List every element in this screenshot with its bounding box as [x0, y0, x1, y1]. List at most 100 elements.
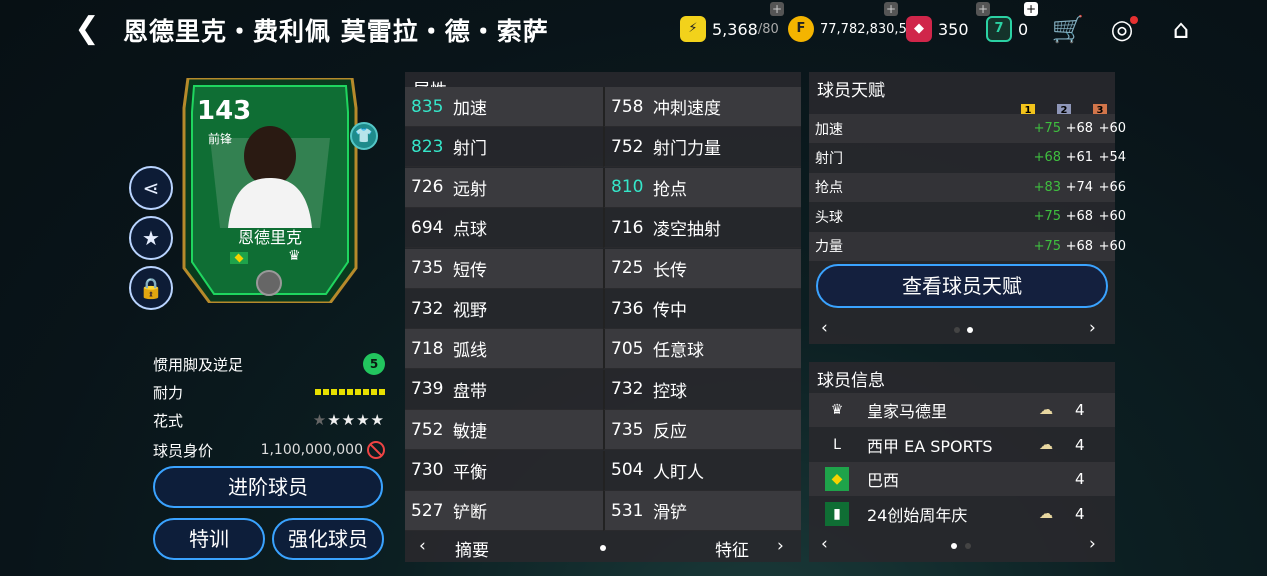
attribute-value: 725 — [611, 258, 644, 279]
foot-label: 惯用脚及逆足 — [153, 355, 244, 374]
attribute-label: 射门 — [453, 139, 487, 160]
gem-icon: ◆ — [906, 16, 932, 42]
next-arrow[interactable]: › — [1089, 534, 1096, 554]
talent-label: 头球 — [815, 209, 843, 226]
attribute-label: 反应 — [653, 422, 687, 443]
attribute-label: 冲刺速度 — [653, 99, 721, 119]
no-trade-icon — [367, 441, 385, 459]
attribute-cell: 732 视野 — [405, 289, 603, 329]
traits-tab[interactable]: 特征 — [715, 536, 749, 561]
talent-label: 力量 — [815, 239, 843, 256]
player-info-row[interactable]: ♛ 皇家马德里 ☁ 4 — [809, 393, 1115, 427]
tokens-currency[interactable]: + 7 0 — [986, 2, 1038, 44]
attribute-cell: 758 冲刺速度 — [603, 87, 801, 127]
player-info-count: 4 — [1075, 401, 1085, 419]
stamina-row: 耐力 — [153, 379, 385, 405]
attribute-value: 726 — [411, 177, 444, 198]
player-info-name: 西甲 EA SPORTS — [867, 436, 993, 456]
talent-level-3-value: +60 — [1098, 209, 1126, 225]
plus-icon[interactable]: + — [1024, 2, 1038, 16]
training-button[interactable]: 特训 — [153, 518, 265, 560]
card-rating: 143 — [197, 96, 252, 126]
cart-icon[interactable]: 🛒 — [1050, 12, 1086, 48]
attribute-label: 敏捷 — [453, 422, 487, 443]
player-info-count: 4 — [1075, 435, 1085, 454]
attribute-label: 任意球 — [653, 341, 704, 362]
player-info-row[interactable]: L 西甲 EA SPORTS ☁ 4 — [809, 428, 1115, 462]
home-icon[interactable]: ⌂ — [1163, 12, 1199, 48]
back-button[interactable]: ❮ — [70, 12, 104, 46]
enhance-player-button[interactable]: 强化球员 — [272, 518, 384, 560]
prev-arrow[interactable]: ‹ — [821, 534, 828, 554]
view-talents-button[interactable]: 查看球员天赋 — [816, 264, 1108, 308]
attribute-value: 531 — [611, 500, 644, 521]
card-player-name: 恩德里克 — [237, 228, 302, 247]
notification-dot — [1130, 16, 1138, 24]
talent-level-2-value: +74 — [1065, 179, 1093, 195]
attribute-value: 735 — [611, 419, 644, 440]
attribute-value: 504 — [611, 460, 644, 481]
attribute-value: 739 — [411, 379, 444, 400]
page-dot-active — [967, 327, 973, 333]
prev-arrow[interactable]: ‹ — [419, 536, 426, 556]
talent-row: 抢点 +83 +74 +66 — [809, 172, 1126, 202]
talent-label: 射门 — [815, 150, 843, 167]
next-arrow[interactable]: › — [1089, 318, 1096, 338]
attribute-label: 人盯人 — [653, 462, 704, 483]
favorite-button[interactable]: ★ — [129, 216, 173, 260]
player-info-panel: 球员信息 ♛ 皇家马德里 ☁ 4 L 西甲 EA SPORTS ☁ 4 ◆ 巴西 4 ▮ 24创始周年庆… — [809, 362, 1115, 562]
attribute-cell: 531 滑铲 — [603, 491, 801, 531]
attribute-value: 730 — [411, 460, 444, 481]
attribute-value: 732 — [611, 379, 644, 400]
energy-value: 5,368 — [712, 19, 758, 39]
attribute-cell: 835 加速 — [405, 87, 603, 127]
next-arrow[interactable]: › — [777, 536, 784, 556]
talent-row: 射门 +68 +61 +54 — [809, 143, 1126, 172]
skill-stars: ★★★★★ — [312, 411, 385, 429]
energy-currency[interactable]: + ⚡ 5,368/80 — [680, 2, 784, 44]
prev-arrow[interactable]: ‹ — [821, 318, 828, 338]
talent-level-2-value: +68 — [1065, 238, 1093, 254]
attribute-cell: 752 敏捷 — [405, 410, 603, 451]
player-info-row[interactable]: ◆ 巴西 4 — [809, 462, 1115, 497]
plus-icon[interactable]: + — [770, 2, 784, 16]
stamina-bar — [315, 389, 385, 395]
lock-button[interactable]: 🔒 — [129, 266, 173, 310]
chemistry-icon: ☁ — [1039, 402, 1053, 418]
foot-icon: 5 — [363, 353, 385, 375]
energy-icon: ⚡ — [680, 16, 706, 42]
advance-player-button[interactable]: 进阶球员 — [153, 466, 383, 508]
player-info-name: 巴西 — [867, 471, 900, 491]
skill-label: 花式 — [153, 411, 184, 430]
card-position: 前锋 — [208, 132, 233, 146]
talent-label: 抢点 — [815, 180, 843, 197]
anniversary-card-icon: ▮ — [825, 501, 849, 526]
attribute-cell: 716 凌空抽射 — [603, 208, 801, 249]
attribute-label: 弧线 — [453, 341, 487, 362]
page-dot — [600, 545, 606, 551]
attribute-cell: 735 反应 — [603, 410, 801, 451]
player-card[interactable]: 143 前锋 恩德里克 ♛ 👕 — [180, 78, 378, 303]
player-info-count: 4 — [1075, 504, 1085, 523]
gems-currency[interactable]: + ◆ 350 — [906, 2, 990, 44]
attribute-cell: 736 传中 — [603, 289, 801, 329]
attribute-cell: 732 控球 — [603, 369, 801, 410]
attribute-label: 滑铲 — [653, 503, 687, 523]
plus-icon[interactable]: + — [884, 2, 898, 16]
share-button[interactable]: ⋖ — [129, 166, 173, 210]
player-info-row[interactable]: ▮ 24创始周年庆 ☁ 4 — [809, 497, 1115, 531]
summary-tab[interactable]: 摘要 — [455, 536, 489, 561]
coin-icon: F — [788, 16, 814, 42]
attribute-label: 射门力量 — [653, 139, 721, 160]
kit-icon[interactable]: 👕 — [350, 122, 378, 150]
player-info-name: 24创始周年庆 — [867, 505, 968, 525]
coins-currency[interactable]: + F 77,782,830,512 — [788, 2, 923, 44]
target-icon[interactable]: ◎ — [1104, 12, 1140, 48]
real-madrid-crest-icon: ♛ — [288, 248, 301, 264]
player-info-nav: ‹ › — [809, 534, 1115, 558]
attribute-value: 810 — [611, 177, 644, 198]
chevron-left-icon: ❮ — [74, 11, 100, 46]
attribute-cell: 725 长传 — [603, 248, 801, 289]
value-number: 1,100,000,000 — [260, 442, 363, 458]
chemistry-icon: ☁ — [1039, 505, 1053, 522]
